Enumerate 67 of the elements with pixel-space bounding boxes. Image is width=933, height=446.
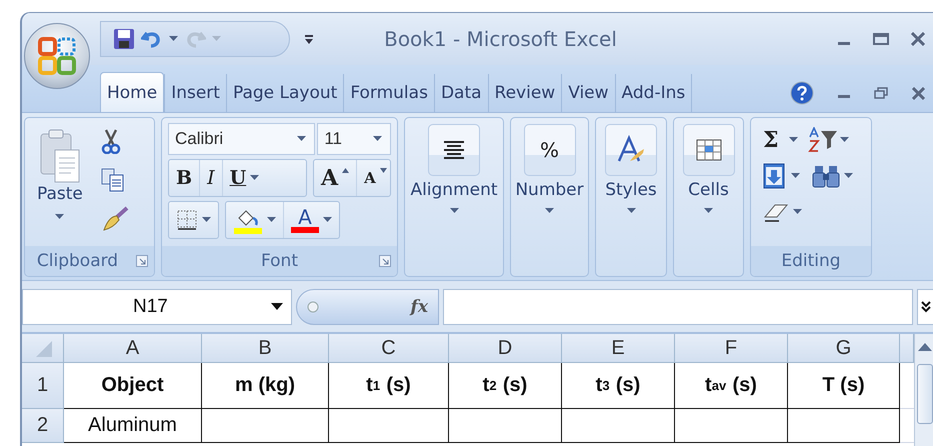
underline-button[interactable]: U [222,160,266,196]
table-cell: T (s) [788,363,900,409]
align-center-icon [443,140,465,160]
sort-filter-button[interactable] [808,127,849,153]
styles-button[interactable]: Styles [596,118,666,276]
increase-arrow-icon [342,168,350,173]
percent-symbol: % [540,138,559,162]
column-header[interactable]: E [562,334,675,363]
dialog-launcher-icon[interactable] [136,255,148,267]
row-header[interactable]: 2 [22,409,64,443]
column-header[interactable]: F [675,334,788,363]
dialog-launcher-icon[interactable] [379,255,391,267]
find-button[interactable] [812,164,853,188]
bold-button[interactable]: B [169,160,200,196]
font-name-field[interactable]: Calibri [168,123,316,155]
corner-triangle-icon [34,339,52,357]
save-icon[interactable] [113,28,135,50]
sort-filter-icon [808,127,838,153]
customize-toolbar-icon[interactable] [304,33,314,45]
close-icon[interactable] [912,86,925,100]
alignment-button[interactable]: Alignment [405,118,503,276]
grow-font-button[interactable]: A [314,160,358,196]
fill-down-button[interactable] [763,163,800,189]
close-icon[interactable] [911,32,925,46]
autosum-button[interactable]: Σ [763,127,798,153]
table-cell: m (kg) [202,363,329,409]
scroll-thumb[interactable] [917,364,933,424]
maximize-icon[interactable] [873,32,889,46]
formula-input[interactable] [443,288,913,324]
office-logo-icon [37,36,77,76]
help-icon[interactable] [790,81,814,105]
restore-icon[interactable] [874,87,888,99]
undo-icon[interactable] [141,29,163,49]
column-header[interactable]: B [202,334,329,363]
ribbon-tab[interactable]: Home [100,72,164,112]
number-button[interactable]: % Number [511,118,588,276]
group-label: Clipboard [36,251,118,271]
name-box[interactable]: N17 [22,288,292,324]
group-label: Font [260,251,298,271]
column-header[interactable]: A [64,334,202,363]
table-cell: Object [64,363,202,409]
insert-function-button[interactable]: fx [410,296,428,316]
window-title: Book1 - Microsoft Excel [383,27,618,51]
paste-button[interactable]: Paste [37,128,83,246]
decrease-arrow-icon [380,168,387,173]
vertical-scrollbar[interactable] [914,334,933,446]
column-header[interactable]: C [329,334,449,363]
font-size-field[interactable]: 11 [317,123,391,155]
borders-icon [176,209,198,231]
group-label: Editing [781,251,841,271]
double-chevron-icon [920,300,932,312]
row-header[interactable]: 1 [22,363,64,409]
dropdown-arrow-icon[interactable] [271,302,283,310]
color-bar-icon [291,227,319,233]
column-header[interactable]: G [788,334,900,363]
scissors-icon[interactable] [100,128,121,154]
borders-button[interactable] [168,201,219,239]
shrink-font-button[interactable]: A [357,160,394,196]
italic-button[interactable]: I [200,160,223,196]
copy-icon[interactable] [100,168,125,192]
column-header[interactable]: D [449,334,562,363]
splitter-handle-icon[interactable] [307,300,319,312]
table-cell: Aluminum [64,409,202,443]
scroll-up-icon[interactable] [918,342,932,352]
expand-formula-button[interactable] [917,288,933,324]
binoculars-icon [812,164,840,188]
cells-button[interactable]: Cells [674,118,743,276]
